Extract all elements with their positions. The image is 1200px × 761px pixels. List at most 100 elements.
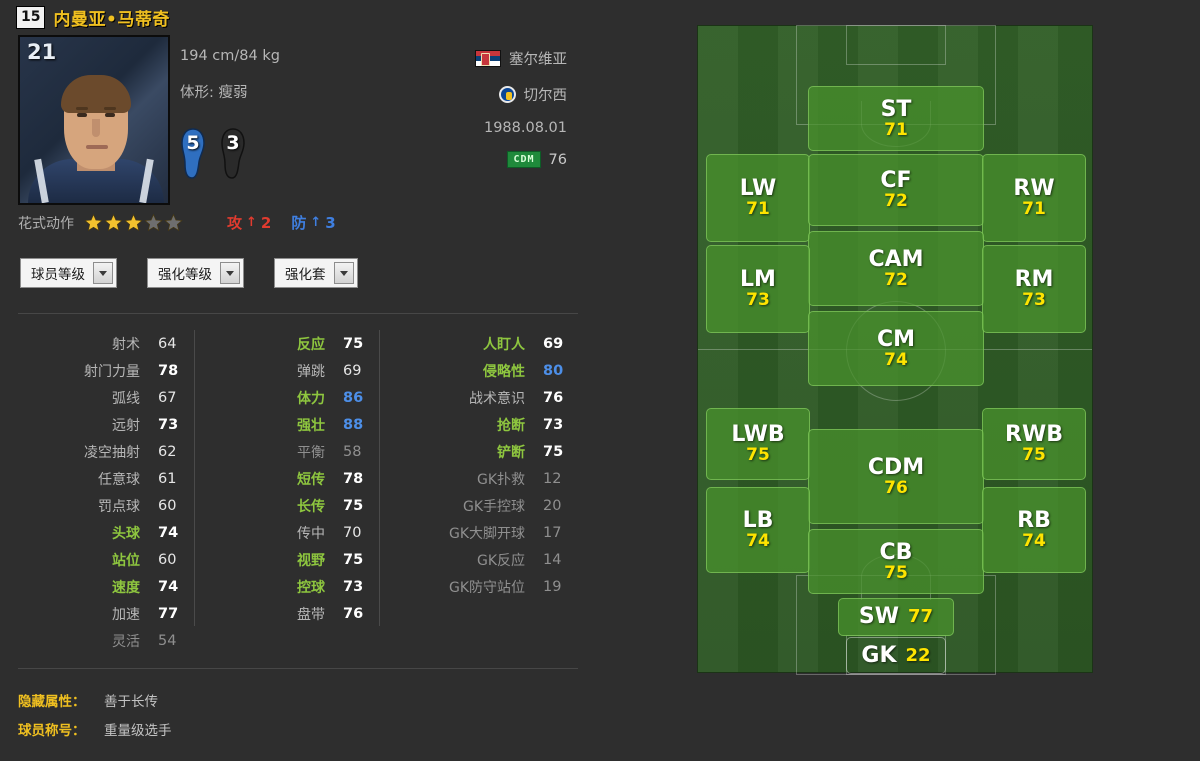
player-traits: 隐藏属性： 善于长传 球员称号： 重量级选手: [18, 690, 172, 748]
position-cell-lwb[interactable]: LWB 75: [706, 408, 810, 480]
nationality-row: 塞尔维亚: [437, 48, 567, 69]
position-cell-gk[interactable]: GK 22: [846, 637, 946, 674]
position-cell-lm[interactable]: LM 73: [706, 245, 810, 333]
weak-foot-icon: 3: [220, 128, 246, 180]
attribute-value: 69: [543, 335, 564, 352]
birthdate-label: 1988.08.01: [483, 120, 567, 136]
position-cell-cf[interactable]: CF 72: [808, 154, 984, 226]
attribute-value: 19: [543, 578, 562, 595]
dropdown-label: 强化套: [285, 267, 326, 283]
attribute-name: 速度: [112, 579, 140, 596]
attribute-name: 头球: [112, 525, 140, 542]
position-cell-rb[interactable]: RB 74: [982, 487, 1086, 573]
chevron-down-icon[interactable]: [333, 262, 354, 284]
main-position-rating: 76: [548, 151, 567, 168]
strong-foot-icon: 5: [180, 128, 206, 180]
attribute-name: 强壮: [297, 417, 325, 434]
physique-text: 194 cm/84 kg: [180, 48, 280, 64]
position-label: CF: [880, 168, 912, 194]
attribute-row: 长传 75: [200, 492, 385, 519]
dropdown-1[interactable]: 球员等级: [20, 258, 117, 288]
attribute-row: 凌空抽射 62: [0, 438, 200, 465]
attribute-name: 灵活: [112, 633, 140, 650]
dropdown-2[interactable]: 强化等级: [147, 258, 244, 288]
position-cell-rw[interactable]: RW 71: [982, 154, 1086, 242]
attribute-name: 站位: [112, 552, 140, 569]
attribute-name: 任意球: [98, 471, 140, 488]
attribute-name: 铲断: [497, 444, 525, 461]
attributes-column-2: 反应 75 弹跳 69 体力 86 强壮 88 平衡 58 短传 78 长传 75 传中 70 视野 75 控球 73…: [194, 330, 385, 654]
attribute-name: 加速: [112, 606, 140, 623]
attribute-row: 抢断 73: [385, 411, 585, 438]
star-icon: [164, 213, 183, 232]
position-rating: 74: [1022, 531, 1046, 552]
weak-foot-value: 3: [226, 132, 240, 154]
dropdown-3[interactable]: 强化套: [274, 258, 358, 288]
position-cell-cdm[interactable]: CDM 76: [808, 429, 984, 524]
star-icon: [124, 213, 143, 232]
work-rate-row: 攻 ↑ 2 防 ↑ 3: [227, 212, 336, 233]
attribute-value: 20: [543, 497, 562, 514]
attribute-name: 弹跳: [297, 363, 325, 380]
attributes-table: 射术 64 射门力量 78 弧线 67 远射 73 凌空抽射 62 任意球 61 罚点球 60 头球 74 站位…: [0, 330, 600, 654]
position-label: LW: [739, 176, 777, 202]
status-badge: CDM: [507, 151, 541, 168]
skill-moves-label: 花式动作: [18, 215, 74, 232]
strong-foot-value: 5: [186, 132, 200, 154]
position-rating: 77: [908, 606, 934, 628]
position-cell-cam[interactable]: CAM 72: [808, 231, 984, 306]
position-cell-st[interactable]: ST 71: [808, 86, 984, 151]
attribute-row: 弧线 67: [0, 384, 200, 411]
attribute-row: GK反应 14: [385, 546, 585, 573]
player-info-panel: 15 内曼亚•马蒂奇 21 194 cm/84 kg 体形: 瘦弱 5 3 塞尔…: [0, 0, 600, 761]
position-label: GK: [861, 642, 897, 668]
attribute-value: 80: [543, 362, 564, 379]
position-cell-lw[interactable]: LW 71: [706, 154, 810, 242]
birthdate-row: 1988.08.01: [437, 120, 567, 136]
attribute-name: 侵略性: [483, 363, 525, 380]
attribute-row: 视野 75: [200, 546, 385, 573]
column-divider: [194, 330, 195, 626]
attribute-name: 反应: [297, 336, 325, 353]
attributes-column-3: 人盯人 69 侵略性 80 战术意识 76 抢断 73 铲断 75 GK扑救 12 GK手控球 20 GK大…: [379, 330, 585, 654]
attribute-row: 反应 75: [200, 330, 385, 357]
attribute-name: GK手控球: [462, 498, 525, 515]
goal-box-top: [846, 25, 946, 65]
attribute-name: GK防守站位: [448, 579, 525, 596]
attribute-row: 加速 77: [0, 600, 200, 627]
position-rating: 74: [884, 349, 908, 370]
chevron-down-icon[interactable]: [93, 262, 113, 284]
attribute-name: 射术: [112, 336, 140, 353]
attribute-value: 73: [543, 416, 564, 433]
attribute-row: 战术意识 76: [385, 384, 585, 411]
position-cell-sw[interactable]: SW 77: [838, 598, 954, 636]
trait-value: 重量级选手: [104, 723, 172, 739]
attribute-row: GK防守站位 19: [385, 573, 585, 600]
position-label: LWB: [731, 422, 785, 448]
player-detail-screen: 15 内曼亚•马蒂奇 21 194 cm/84 kg 体形: 瘦弱 5 3 塞尔…: [0, 0, 1200, 761]
position-cell-rm[interactable]: RM 73: [982, 245, 1086, 333]
position-cell-cb[interactable]: CB 75: [808, 529, 984, 594]
attribute-name: 传中: [297, 525, 325, 542]
position-cell-cm[interactable]: CM 74: [808, 311, 984, 386]
position-cell-lb[interactable]: LB 74: [706, 487, 810, 573]
club-badge-icon: [498, 86, 516, 103]
position-label: RB: [1017, 508, 1051, 534]
attribute-value: 17: [543, 524, 562, 541]
position-cell-rwb[interactable]: RWB 75: [982, 408, 1086, 480]
flag-icon-serbia: [475, 50, 501, 67]
chevron-down-icon[interactable]: [220, 262, 240, 284]
position-rating: 73: [1022, 290, 1046, 311]
attribute-name: GK扑救: [476, 471, 525, 488]
attribute-row: 控球 73: [200, 573, 385, 600]
portrait-brow-left: [76, 107, 88, 110]
attribute-row: 强壮 88: [200, 411, 385, 438]
position-rating: 75: [1022, 445, 1046, 466]
filter-dropdowns: 球员等级 强化等级 强化套: [20, 258, 358, 288]
arrow-up-icon: ↑: [310, 215, 322, 230]
position-ratings-pitch: ST 71 LW 71 CF 72 RW 71 CAM 72 LM 73 CM 74 RM 73…: [697, 25, 1093, 675]
trait-key: 隐藏属性：: [18, 694, 86, 710]
attributes-column-1: 射术 64 射门力量 78 弧线 67 远射 73 凌空抽射 62 任意球 61 罚点球 60 头球 74 站位…: [0, 330, 200, 654]
attribute-row: 射术 64: [0, 330, 200, 357]
position-rating: 76: [884, 477, 908, 498]
